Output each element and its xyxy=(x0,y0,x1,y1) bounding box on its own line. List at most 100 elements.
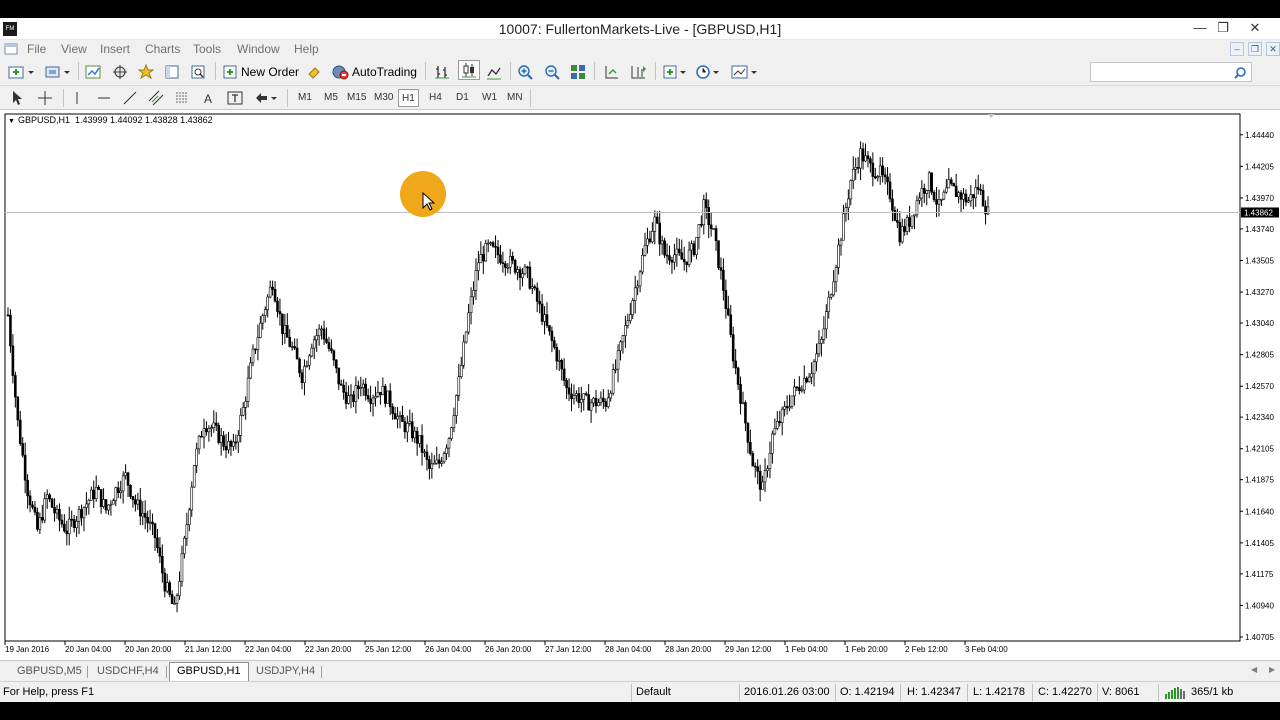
menu-tools[interactable]: Tools xyxy=(193,42,221,56)
candle-body xyxy=(16,396,20,421)
chart-window-icon[interactable] xyxy=(4,42,18,56)
timeframe-w1[interactable]: W1 xyxy=(479,89,500,107)
cursor-tool-button[interactable] xyxy=(10,88,24,108)
tab-usdchf-h4[interactable]: USDCHF,H4 xyxy=(90,663,166,680)
candle-body xyxy=(925,190,929,194)
candle-body xyxy=(320,328,323,331)
periods-button[interactable] xyxy=(695,62,721,82)
candle-body xyxy=(11,345,15,376)
close-button[interactable]: ✕ xyxy=(1245,20,1265,36)
chart-shift-button[interactable] xyxy=(629,62,647,82)
candle-body xyxy=(883,174,887,178)
new-order-button[interactable]: New Order xyxy=(222,62,299,82)
candle-body xyxy=(388,390,392,408)
search-input[interactable] xyxy=(1090,62,1252,82)
candle-body xyxy=(371,397,375,404)
vertical-line-button[interactable] xyxy=(70,88,84,108)
tabs-scroll-left-icon[interactable]: ◀ xyxy=(1251,665,1257,674)
tab-gbpusd-m5[interactable]: GBPUSD,M5 xyxy=(10,663,89,680)
timeframe-h4[interactable]: H4 xyxy=(426,89,445,107)
menu-window[interactable]: Window xyxy=(237,42,280,56)
mdi-restore-button[interactable]: ❐ xyxy=(1248,42,1262,56)
metaeditor-button[interactable] xyxy=(306,62,322,82)
text-label-button[interactable] xyxy=(227,88,243,108)
menu-view[interactable]: View xyxy=(61,42,87,56)
horizontal-line-button[interactable] xyxy=(96,88,112,108)
price-chart[interactable]: 1.44440 1.44205 1.43970 1.43740 1.43505 1.432… xyxy=(0,110,1280,660)
market-watch-button[interactable] xyxy=(85,62,101,82)
candle-body xyxy=(190,486,194,511)
tabs-scroll-right-icon[interactable]: ▶ xyxy=(1269,665,1275,674)
candle-body xyxy=(621,335,625,343)
candle-body xyxy=(687,249,691,265)
trendline-button[interactable] xyxy=(122,88,138,108)
zoom-out-button[interactable] xyxy=(544,62,560,82)
text-tool-button[interactable]: A xyxy=(202,88,216,108)
timeframe-h1[interactable]: H1 xyxy=(398,89,419,107)
crosshair-tool-button[interactable] xyxy=(37,88,53,108)
chart-window[interactable]: 1.44440 1.44205 1.43970 1.43740 1.43505 1.432… xyxy=(0,110,1280,660)
candle-body xyxy=(486,242,490,245)
bar-chart-button[interactable] xyxy=(434,62,450,82)
crosshair-icon xyxy=(38,91,52,105)
menu-file[interactable]: File xyxy=(27,42,46,56)
navigator-button[interactable] xyxy=(138,62,154,82)
candle-body xyxy=(23,454,27,481)
data-window-button[interactable] xyxy=(112,62,128,82)
autoscroll-button[interactable] xyxy=(603,62,619,82)
zoom-in-button[interactable] xyxy=(517,62,533,82)
menu-help[interactable]: Help xyxy=(294,42,319,56)
menu-charts[interactable]: Charts xyxy=(145,42,180,56)
equidistant-channel-button[interactable] xyxy=(148,88,164,108)
candle-body xyxy=(714,228,718,241)
terminal-button[interactable] xyxy=(164,62,180,82)
candle-body xyxy=(298,358,301,374)
candle-body xyxy=(898,222,902,243)
candlestick-chart-button[interactable] xyxy=(458,60,480,80)
candle-body xyxy=(99,489,103,507)
new-chart-icon xyxy=(8,66,34,79)
search-icon[interactable] xyxy=(1233,66,1247,80)
autotrading-button[interactable]: AutoTrading xyxy=(331,62,417,82)
mdi-minimize-button[interactable]: – xyxy=(1230,42,1244,56)
tile-windows-button[interactable] xyxy=(570,62,586,82)
menu-insert[interactable]: Insert xyxy=(100,42,130,56)
candle-body xyxy=(974,187,978,199)
line-chart-button[interactable] xyxy=(486,62,502,82)
timeframe-mn[interactable]: MN xyxy=(504,89,526,107)
indicators-button[interactable] xyxy=(662,62,688,82)
candle-body xyxy=(432,462,436,465)
candle-body xyxy=(584,393,588,396)
candle-body xyxy=(660,240,664,245)
strategy-tester-button[interactable] xyxy=(190,62,206,82)
candle-body xyxy=(832,281,835,296)
tab-gbpusd-h1[interactable]: GBPUSD,H1 xyxy=(169,662,249,681)
templates-button[interactable] xyxy=(731,62,759,82)
timeframe-m1[interactable]: M1 xyxy=(295,89,315,107)
candle-body xyxy=(134,499,137,505)
timeframe-m5[interactable]: M5 xyxy=(321,89,341,107)
candle-body xyxy=(330,348,333,352)
candle-body xyxy=(406,423,409,433)
candle-body xyxy=(550,330,554,341)
collapse-triangle-icon[interactable]: ▼ xyxy=(8,118,15,125)
minimize-button[interactable]: — xyxy=(1190,20,1210,36)
restore-button[interactable]: ❐ xyxy=(1213,20,1233,36)
timeframe-d1[interactable]: D1 xyxy=(453,89,472,107)
tab-usdjpy-h4[interactable]: USDJPY,H4 xyxy=(249,663,322,680)
candle-body xyxy=(663,240,666,256)
candle-body xyxy=(971,194,975,199)
profiles-button[interactable] xyxy=(44,62,72,82)
fibonacci-button[interactable] xyxy=(174,88,190,108)
arrows-dropdown-button[interactable] xyxy=(253,88,279,108)
candle-body xyxy=(969,194,973,202)
timeframe-m30[interactable]: M30 xyxy=(371,89,396,107)
timeframe-m15[interactable]: M15 xyxy=(344,89,369,107)
connection-status-icon[interactable] xyxy=(1164,687,1190,699)
candle-body xyxy=(200,435,203,438)
candle-body xyxy=(283,325,287,335)
new-chart-button[interactable] xyxy=(8,62,34,82)
candle-body xyxy=(452,415,456,429)
mdi-close-button[interactable]: ✕ xyxy=(1266,42,1280,56)
candle-body xyxy=(202,428,206,438)
